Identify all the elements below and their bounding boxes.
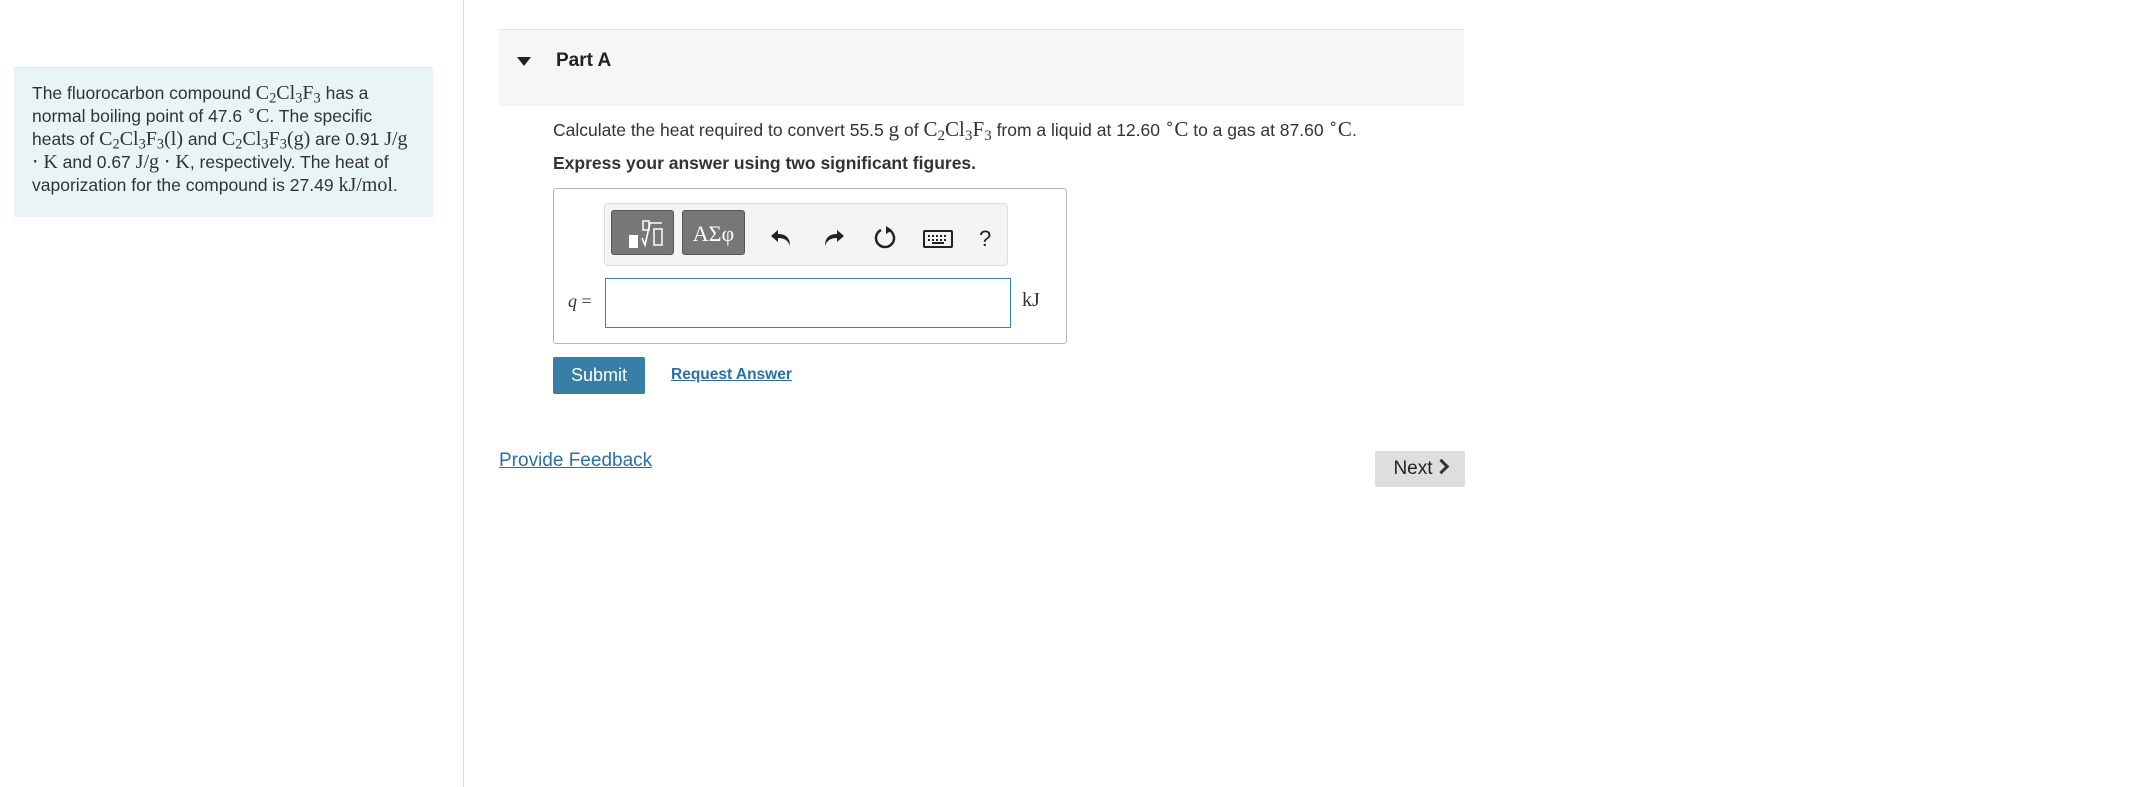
answer-box: ΑΣφ ? q = kJ [553, 188, 1067, 344]
formula-c2cl3f3-gas: C2Cl3F3(g) [221, 128, 311, 153]
part-title: Part A [556, 50, 612, 71]
intro-text: and 0.67 [57, 152, 136, 172]
intro-text: The fluorocarbon compound [32, 83, 256, 103]
templates-icon [629, 220, 663, 248]
symbols-button[interactable]: ΑΣφ [682, 210, 745, 255]
submit-button[interactable]: Submit [553, 357, 645, 394]
problem-intro: The fluorocarbon compound C2Cl3F3 has a … [14, 67, 433, 217]
unit-gram: g [888, 117, 900, 141]
formula-c2cl3f3: C2Cl3F3 [923, 117, 992, 144]
math-toolbar: ΑΣφ ? [604, 203, 1008, 266]
unit-kj-per-mol: kJ/mol [338, 174, 393, 196]
provide-feedback-link[interactable]: Provide Feedback [499, 450, 652, 472]
part-a-header[interactable]: Part A [499, 29, 1464, 106]
help-icon[interactable]: ? [979, 226, 1005, 252]
reset-icon[interactable] [872, 224, 898, 250]
intro-text: are 0.91 [310, 129, 385, 149]
unit-j-per-gk: J/g ⋅ K [135, 151, 190, 173]
unit-celsius: ∘C [1164, 116, 1189, 141]
keyboard-icon[interactable] [923, 226, 953, 252]
unit-celsius: ∘C [1328, 116, 1352, 141]
next-label: Next [1393, 458, 1433, 479]
left-panel: The fluorocarbon compound C2Cl3F3 has a … [0, 0, 464, 787]
templates-button[interactable] [611, 210, 674, 255]
answer-input[interactable] [605, 278, 1011, 328]
instruction-text: Express your answer using two significan… [553, 153, 977, 173]
chevron-right-icon [1433, 458, 1449, 475]
formula-c2cl3f3: C2Cl3F3 [255, 82, 321, 107]
next-button[interactable]: Next [1375, 451, 1465, 487]
unit-celsius: ∘C [247, 102, 270, 127]
intro-text: . [392, 175, 398, 195]
undo-icon[interactable] [768, 224, 794, 250]
formula-c2cl3f3-liquid: C2Cl3F3(l) [99, 128, 184, 153]
answer-unit-label: kJ [1022, 289, 1040, 311]
caret-down-icon[interactable] [517, 57, 531, 66]
intro-text: and [183, 129, 222, 149]
answer-variable-label: q = [568, 291, 592, 311]
question-text: Calculate the heat required to convert 5… [553, 116, 1357, 144]
redo-icon[interactable] [821, 224, 847, 250]
request-answer-link[interactable]: Request Answer [671, 366, 792, 384]
